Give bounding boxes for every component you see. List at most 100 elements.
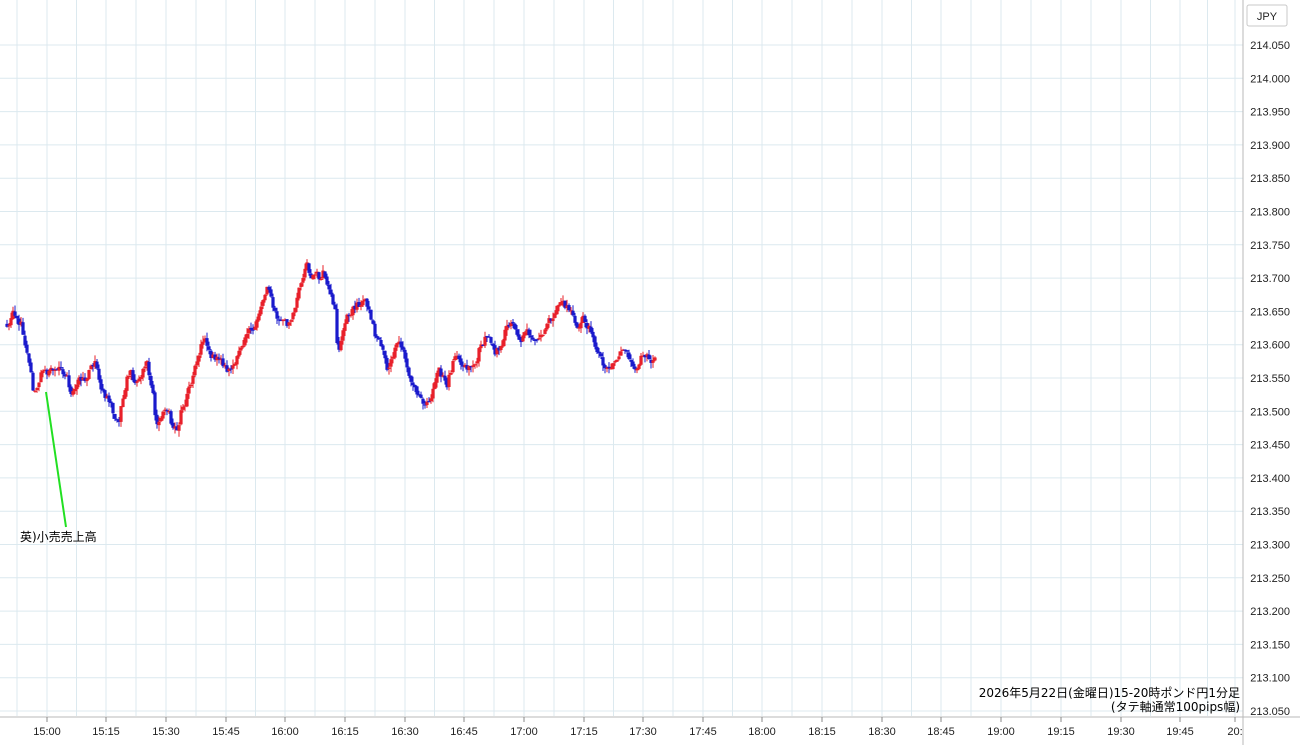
candle-body: [589, 326, 593, 333]
price-tick-label: 213.300: [1250, 540, 1290, 552]
price-tick-label: 213.200: [1250, 606, 1290, 618]
candle-body: [149, 375, 153, 386]
time-axis[interactable]: 15:00 15:15 15:30 15:45 16:00 16:15 16:30 16:45…: [0, 716, 1300, 738]
candle-body: [405, 358, 409, 368]
candle-body: [263, 294, 267, 301]
candle-body: [545, 323, 549, 330]
candle-body: [377, 337, 381, 340]
candle-body: [75, 384, 79, 390]
candle-body: [185, 393, 189, 407]
time-tick-label: 15:30: [152, 726, 180, 738]
candle-body: [29, 362, 33, 373]
candle-body: [449, 372, 453, 375]
candle-body: [447, 374, 451, 387]
candle-body: [503, 329, 507, 341]
time-tick-label: 19:30: [1107, 726, 1135, 738]
candle-body: [191, 375, 195, 384]
candle-body: [375, 335, 379, 338]
candle-body: [333, 304, 337, 310]
candle-body: [291, 312, 295, 320]
candle-body: [383, 350, 387, 359]
candle-body: [169, 411, 173, 424]
candle-body: [71, 391, 75, 395]
candle-body: [67, 375, 71, 388]
candle-body: [599, 353, 603, 357]
candle-body: [499, 346, 503, 351]
candle-body: [287, 322, 291, 326]
candle-body: [631, 361, 635, 367]
currency-box[interactable]: JPY: [1246, 4, 1288, 27]
candle-body: [289, 320, 293, 322]
candle-body: [543, 329, 547, 334]
candle-body: [401, 346, 405, 350]
price-tick-label: 214.000: [1250, 73, 1290, 85]
candle-body: [207, 346, 211, 350]
price-tick-label: 214.050: [1250, 40, 1290, 52]
candle-body: [239, 347, 243, 351]
candle-body: [243, 337, 247, 346]
candle-body: [335, 308, 339, 344]
candle-body: [627, 352, 631, 360]
candle-body: [37, 382, 41, 388]
candle-body: [415, 386, 419, 395]
candle-body: [639, 355, 643, 365]
candle-body: [259, 306, 263, 315]
candle-body: [475, 361, 479, 364]
candle-body: [131, 370, 135, 381]
candle-body: [429, 398, 433, 402]
candle-body: [431, 388, 435, 399]
time-tick-label: 19:45: [1166, 726, 1194, 738]
candlestick-chart: 英)小売売上高 JPY 214.050 214.000 213.950 213.900 2…: [0, 0, 1300, 745]
candle-body: [371, 320, 375, 324]
candle-body: [125, 376, 129, 391]
candle-body: [369, 309, 373, 320]
candle-body: [257, 313, 261, 321]
price-tick-label: 213.950: [1250, 107, 1290, 119]
candle-body: [331, 294, 335, 305]
candle-body: [295, 297, 299, 308]
candle-body: [199, 344, 203, 355]
time-tick-label: 15:15: [92, 726, 120, 738]
candle-body: [297, 287, 301, 299]
candle-body: [7, 325, 11, 327]
candle-body: [127, 375, 131, 378]
price-tick-label: 213.350: [1250, 506, 1290, 518]
candle-body: [249, 327, 253, 330]
time-tick-label: 17:00: [510, 726, 538, 738]
candle-body: [459, 358, 463, 365]
candle-body: [115, 419, 119, 421]
candle-series: [5, 259, 657, 437]
candle-body: [483, 336, 487, 346]
candle-body: [419, 394, 423, 398]
candle-body: [271, 297, 275, 308]
candle-body: [317, 272, 321, 280]
candle-body: [379, 340, 383, 347]
candle-body: [201, 341, 205, 345]
candle-body: [403, 349, 407, 359]
candle-body: [517, 334, 521, 340]
candle-body: [381, 345, 385, 350]
candle-body: [361, 300, 365, 306]
price-axis[interactable]: JPY 214.050 214.000 213.950 213.900 213.850 21…: [1242, 0, 1290, 745]
candle-body: [339, 340, 343, 351]
price-tick-label: 213.600: [1250, 340, 1290, 352]
candle-body: [567, 305, 571, 311]
candle-body: [443, 375, 447, 381]
candle-body: [87, 370, 91, 379]
candle-body: [373, 323, 377, 337]
candle-body: [433, 382, 437, 389]
candle-body: [329, 289, 333, 295]
candle-body: [141, 368, 145, 378]
candle-body: [571, 310, 575, 316]
candle-body: [521, 335, 525, 342]
candle-body: [311, 274, 315, 280]
time-tick-label: 16:00: [271, 726, 299, 738]
candle-body: [511, 322, 515, 324]
candle-body: [477, 348, 481, 362]
candle-body: [607, 366, 611, 369]
candle-body: [575, 322, 579, 328]
candle-body: [23, 335, 27, 346]
candle-body: [537, 338, 541, 340]
candle-body: [501, 340, 505, 347]
event-annotation: 英)小売売上高: [20, 391, 97, 544]
